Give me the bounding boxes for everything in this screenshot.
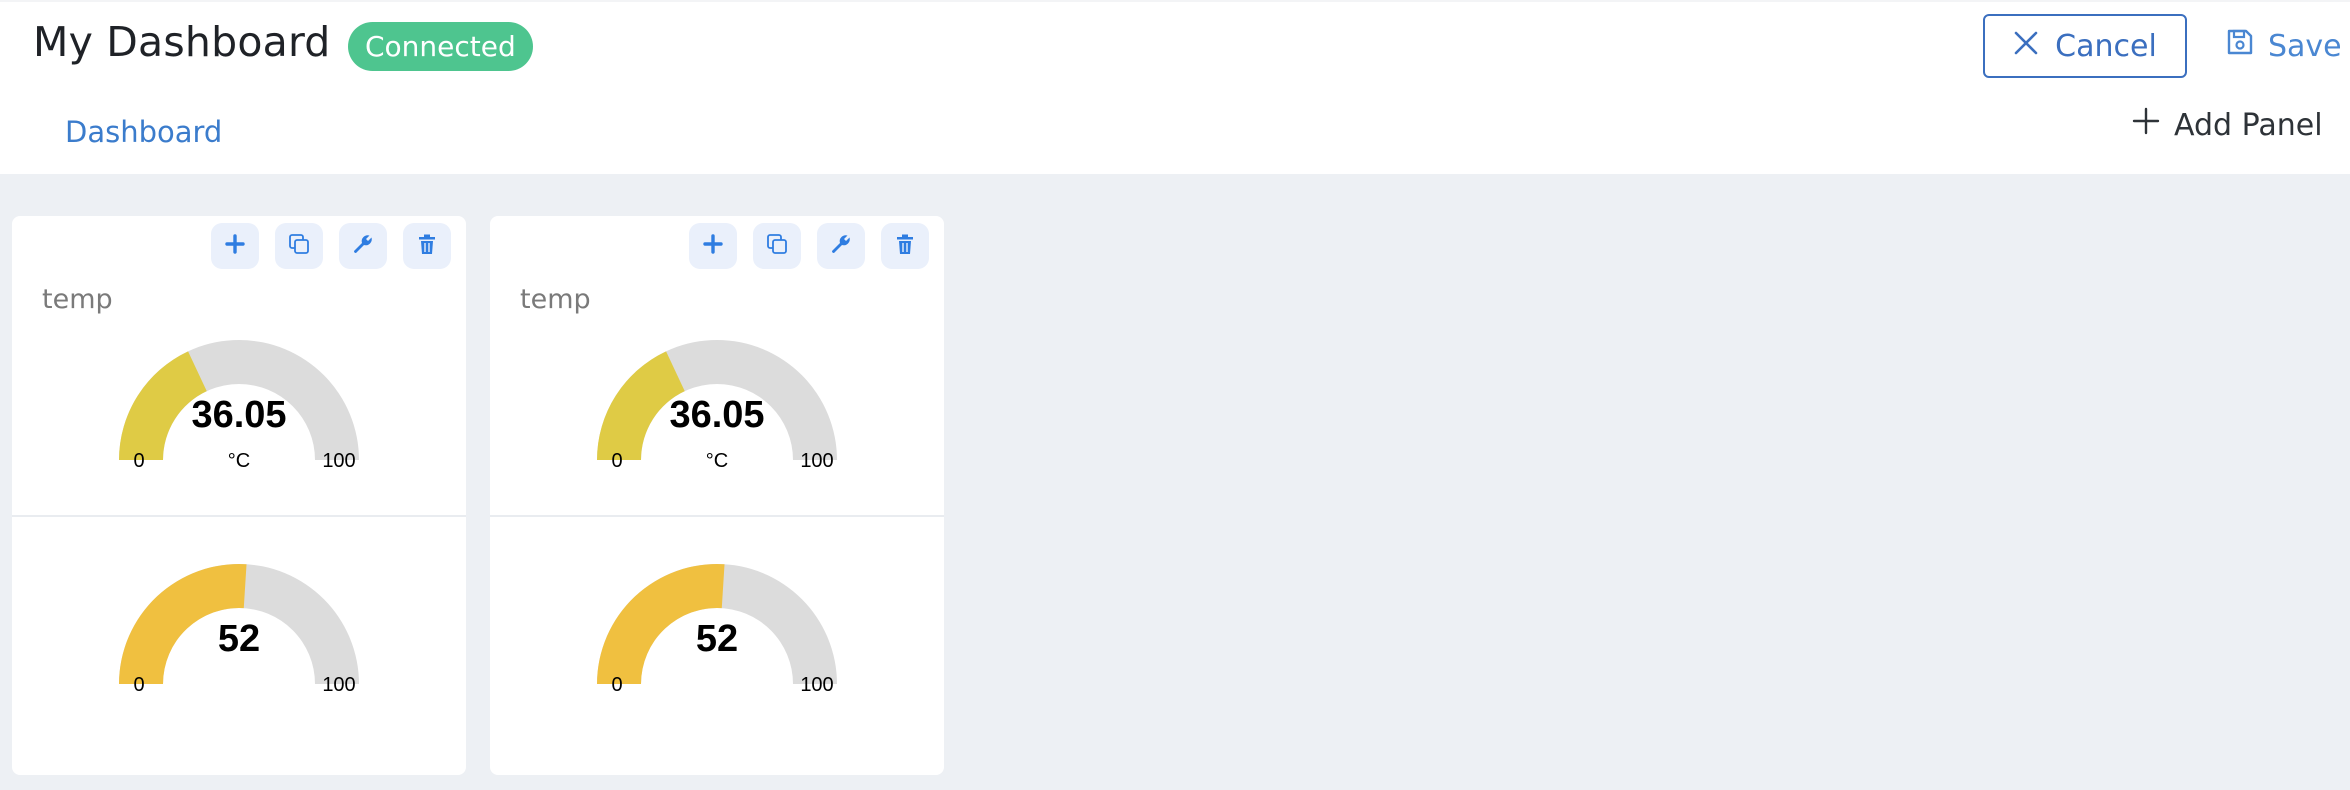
page-title: My Dashboard [33, 18, 331, 66]
gauge-value: 36.05 [191, 394, 287, 436]
duplicate-button[interactable] [275, 223, 323, 269]
dashboard-header: My Dashboard Connected Dashboard Cancel … [0, 0, 2350, 174]
panel-toolbar [689, 223, 929, 269]
plus-icon [703, 234, 723, 258]
status-badge: Connected [348, 22, 533, 71]
gauge-max-label: 100 [800, 674, 834, 696]
add-panel-label: Add Panel [2174, 107, 2323, 143]
delete-button[interactable] [403, 223, 451, 269]
duplicate-button[interactable] [753, 223, 801, 269]
gauge-label: temp [520, 284, 591, 315]
trash-icon [416, 233, 438, 259]
delete-button[interactable] [881, 223, 929, 269]
gauge-value: 52 [217, 618, 261, 660]
gauge-value: 52 [695, 618, 739, 660]
panel-divider [490, 515, 944, 517]
close-icon [2013, 29, 2039, 64]
gauge-panel[interactable]: temp 36.05 °C 0 100 52 0 100 [490, 216, 944, 775]
gauge-label: temp [42, 284, 113, 315]
tab-dashboard[interactable]: Dashboard [65, 115, 222, 149]
humidity-gauge: 52 0 100 [585, 562, 849, 732]
wrench-icon [829, 232, 853, 260]
cancel-button-label: Cancel [2055, 28, 2157, 64]
wrench-icon [351, 232, 375, 260]
plus-icon [225, 234, 245, 258]
gauge-max-label: 100 [800, 450, 834, 472]
save-button-label: Save [2268, 28, 2342, 64]
add-panel-button[interactable]: Add Panel [2132, 102, 2323, 148]
add-widget-button[interactable] [689, 223, 737, 269]
gauge-min-label: 0 [611, 674, 623, 696]
configure-button[interactable] [339, 223, 387, 269]
copy-icon [765, 232, 789, 260]
gauge-panel[interactable]: temp 36.05 °C 0 100 52 0 100 [12, 216, 466, 775]
temperature-gauge: 36.05 °C 0 100 [107, 338, 371, 508]
plus-icon [2132, 107, 2160, 143]
gauge-max-label: 100 [322, 450, 356, 472]
temperature-gauge: 36.05 °C 0 100 [585, 338, 849, 508]
copy-icon [287, 232, 311, 260]
gauge-value: 36.05 [669, 394, 765, 436]
configure-button[interactable] [817, 223, 865, 269]
humidity-gauge: 52 0 100 [107, 562, 371, 732]
panel-divider [12, 515, 466, 517]
gauge-max-label: 100 [322, 674, 356, 696]
add-widget-button[interactable] [211, 223, 259, 269]
cancel-button[interactable]: Cancel [1983, 14, 2187, 78]
save-icon [2226, 28, 2254, 64]
panel-toolbar [211, 223, 451, 269]
gauge-min-label: 0 [133, 450, 145, 472]
gauge-min-label: 0 [133, 674, 145, 696]
trash-icon [894, 233, 916, 259]
gauge-min-label: 0 [611, 450, 623, 472]
save-button[interactable]: Save [2226, 14, 2342, 78]
